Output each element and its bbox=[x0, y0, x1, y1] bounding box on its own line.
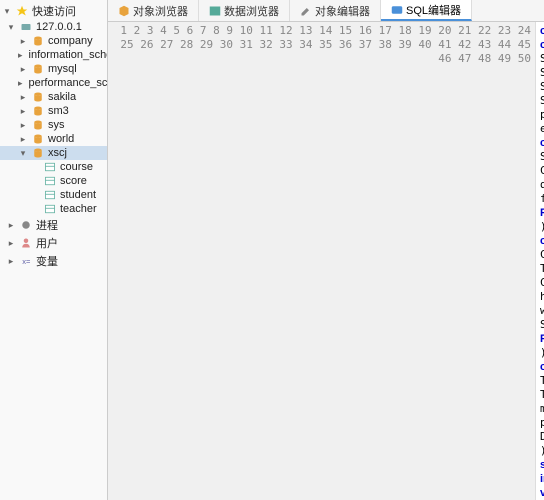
tab-label: 数据浏览器 bbox=[224, 3, 279, 19]
chevron-icon: ▸ bbox=[6, 256, 16, 267]
db-node-xscj[interactable]: ▾ xscj bbox=[0, 146, 107, 160]
db-node-company[interactable]: ▸ company bbox=[0, 34, 107, 48]
sidebar: ▾ 快速访问 ▾ 127.0.0.1 ▸company▸information_… bbox=[0, 22, 108, 500]
chevron-icon: ▸ bbox=[18, 106, 28, 117]
label: 127.0.0.1 bbox=[36, 22, 82, 33]
chevron-icon: ▸ bbox=[18, 92, 28, 103]
chevron-icon: ▸ bbox=[18, 78, 23, 89]
database-icon bbox=[31, 63, 45, 75]
database-icon bbox=[31, 91, 45, 103]
label: performance_schema bbox=[29, 77, 108, 89]
label: sm3 bbox=[48, 105, 69, 117]
tab-label: 对象浏览器 bbox=[133, 3, 188, 19]
cube-icon bbox=[118, 5, 130, 17]
chevron-icon: ▸ bbox=[6, 238, 16, 249]
db-tree: ▾ 快速访问 ▾ 127.0.0.1 ▸company▸information_… bbox=[0, 22, 107, 272]
label: world bbox=[48, 133, 74, 145]
chevron-icon: ▸ bbox=[18, 64, 28, 75]
host-node[interactable]: ▾ 127.0.0.1 bbox=[0, 22, 107, 34]
table-icon bbox=[43, 189, 57, 201]
db-node-performance_schema[interactable]: ▸ performance_schema bbox=[0, 76, 107, 90]
label: 进程 bbox=[36, 217, 58, 233]
label: course bbox=[60, 161, 93, 173]
label: 用户 bbox=[36, 235, 58, 251]
database-icon bbox=[31, 147, 45, 159]
label: information_schema bbox=[29, 49, 108, 61]
db-node-sys[interactable]: ▸ sys bbox=[0, 118, 107, 132]
gear-icon bbox=[19, 219, 33, 231]
edit-icon bbox=[300, 5, 312, 17]
database-icon bbox=[31, 133, 45, 145]
label: sakila bbox=[48, 91, 76, 103]
sql-icon bbox=[391, 4, 403, 16]
table-icon bbox=[209, 5, 221, 17]
sql-editor: 1 2 3 4 5 6 7 8 9 10 11 12 13 14 15 16 1… bbox=[108, 22, 544, 500]
chevron-icon: ▾ bbox=[18, 148, 28, 159]
table-node-teacher[interactable]: teacher bbox=[0, 202, 107, 216]
main: ▾ 快速访问 ▾ 127.0.0.1 ▸company▸information_… bbox=[0, 22, 544, 500]
table-icon bbox=[43, 161, 57, 173]
tab-object-editor[interactable]: 对象编辑器 bbox=[290, 0, 381, 21]
table-node-student[interactable]: student bbox=[0, 188, 107, 202]
table-icon bbox=[43, 203, 57, 215]
tab-label: SQL编辑器 bbox=[406, 2, 461, 18]
db-node-information_schema[interactable]: ▸ information_schema bbox=[0, 48, 107, 62]
label: teacher bbox=[60, 203, 97, 215]
database-icon bbox=[31, 105, 45, 117]
table-icon bbox=[43, 175, 57, 187]
label: 变量 bbox=[36, 253, 58, 269]
label: xscj bbox=[48, 147, 67, 159]
tab-label: 对象编辑器 bbox=[315, 3, 370, 19]
db-node-world[interactable]: ▸ world bbox=[0, 132, 107, 146]
chevron-icon: ▸ bbox=[18, 120, 28, 131]
chevron-down-icon: ▾ bbox=[6, 22, 16, 33]
label: mysql bbox=[48, 63, 77, 75]
chevron-icon: ▸ bbox=[6, 220, 16, 231]
variable-icon: x= bbox=[19, 255, 33, 267]
chevron-icon: ▸ bbox=[18, 134, 28, 145]
database-icon bbox=[31, 119, 45, 131]
code-area[interactable]: create database xscj create table Studen… bbox=[536, 22, 544, 500]
host-icon bbox=[19, 22, 33, 33]
line-gutter: 1 2 3 4 5 6 7 8 9 10 11 12 13 14 15 16 1… bbox=[108, 22, 536, 500]
db-node-mysql[interactable]: ▸ mysql bbox=[0, 62, 107, 76]
label: score bbox=[60, 175, 87, 187]
label: sys bbox=[48, 119, 65, 131]
db-node-sm3[interactable]: ▸ sm3 bbox=[0, 104, 107, 118]
tab-object-browser[interactable]: 对象浏览器 bbox=[108, 0, 199, 21]
tab-sql-editor[interactable]: SQL编辑器 bbox=[381, 0, 472, 21]
label: company bbox=[48, 35, 93, 47]
section-1[interactable]: ▸ 用户 bbox=[0, 234, 107, 252]
db-node-sakila[interactable]: ▸ sakila bbox=[0, 90, 107, 104]
table-node-course[interactable]: course bbox=[0, 160, 107, 174]
table-node-score[interactable]: score bbox=[0, 174, 107, 188]
section-2[interactable]: ▸ x= 变量 bbox=[0, 252, 107, 270]
chevron-icon: ▸ bbox=[18, 50, 23, 61]
tab-data-browser[interactable]: 数据浏览器 bbox=[199, 0, 290, 21]
user-icon bbox=[19, 237, 33, 249]
chevron-icon: ▸ bbox=[18, 36, 28, 47]
svg-text:x=: x= bbox=[22, 257, 31, 266]
label: student bbox=[60, 189, 96, 201]
section-0[interactable]: ▸ 进程 bbox=[0, 216, 107, 234]
database-icon bbox=[31, 35, 45, 47]
